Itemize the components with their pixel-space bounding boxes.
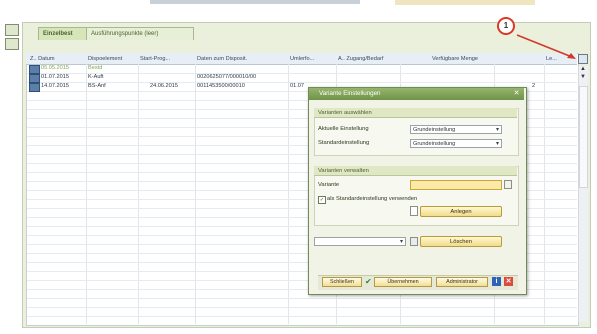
variant-name-input[interactable] xyxy=(410,180,502,190)
document-icon xyxy=(410,206,418,216)
administrator-button[interactable]: Administrator xyxy=(436,277,488,287)
delete-button[interactable]: Löschen xyxy=(420,236,502,247)
default-setting-checkbox-label: als Standardeinstellung verwenden xyxy=(327,196,418,202)
checkmark-icon: ✔ xyxy=(365,277,372,286)
apply-button[interactable]: Übernehmen xyxy=(374,277,432,287)
value-help-icon[interactable] xyxy=(504,180,512,189)
section-header-select: Varianten auswählen xyxy=(314,108,517,118)
dialog-close-icon[interactable]: ✕ xyxy=(512,89,521,98)
variant-label: Variante xyxy=(318,182,340,188)
create-button[interactable]: Anlegen xyxy=(420,206,502,217)
annotation-arrow-1 xyxy=(516,34,573,58)
standard-setting-label: Standardeinstellung xyxy=(318,140,370,146)
current-setting-label: Aktuelle Einstellung xyxy=(318,126,369,132)
trash-icon xyxy=(410,237,418,246)
dialog-title[interactable]: Variante Einstellungen xyxy=(309,88,524,100)
default-setting-checkbox[interactable]: ✓ xyxy=(318,196,326,204)
info-icon[interactable]: i xyxy=(492,277,501,286)
annotation-marker-1: 1 xyxy=(497,17,515,35)
standard-setting-select[interactable]: Grundeinstellung xyxy=(410,139,502,149)
delete-variant-select[interactable] xyxy=(314,237,406,247)
close-button[interactable]: Schließen xyxy=(322,277,362,287)
current-setting-select[interactable]: Grundeinstellung xyxy=(410,125,502,135)
close-icon[interactable]: ✕ xyxy=(504,277,513,286)
section-header-manage: Varianten verwalten xyxy=(314,166,517,176)
